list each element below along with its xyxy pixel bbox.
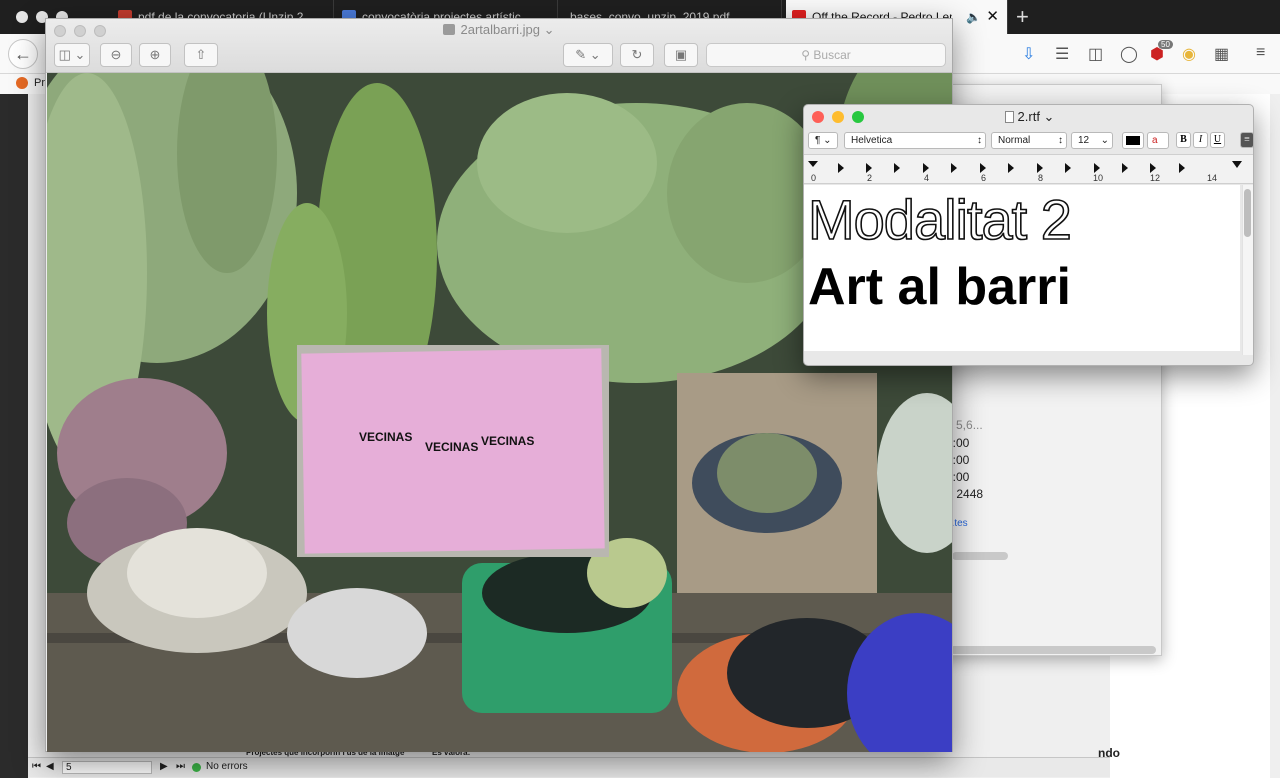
highlight-color-well[interactable]: a [1147, 132, 1169, 149]
textedit-title: 2.rtf ⌄ [804, 109, 1253, 125]
sidebar-icon[interactable]: ◫ [1088, 44, 1103, 64]
search-placeholder: Buscar [813, 48, 851, 62]
zoom-out-button[interactable]: ⊖ [100, 43, 132, 67]
status-ok-icon [192, 763, 201, 772]
scrollbar[interactable] [950, 646, 1156, 654]
last-page-icon[interactable]: ⏭ [176, 761, 185, 772]
preview-title: 2artalbarri.jpg ⌄ [46, 22, 952, 38]
font-style-value: Normal [998, 135, 1031, 146]
card-word-3: VECINAS [481, 434, 534, 448]
textedit-titlebar[interactable]: 2.rtf ⌄ [804, 105, 1253, 129]
new-tab-button[interactable]: + [1016, 4, 1029, 30]
ruler-number: 10 [1093, 173, 1104, 183]
textedit-title-text: 2.rtf [1017, 109, 1040, 124]
rotate-button[interactable]: ↻ [620, 43, 654, 67]
scrollbar-thumb[interactable] [1244, 189, 1251, 237]
errors-label[interactable]: No errors [206, 761, 248, 772]
sidebar-toggle-button[interactable]: ◫ ⌄ [54, 43, 90, 67]
tab-stop[interactable] [1094, 163, 1100, 173]
back-button[interactable]: ← [8, 39, 38, 69]
ruler-number: 12 [1150, 173, 1161, 183]
right-margin-marker[interactable] [1232, 161, 1242, 168]
text-editor-area[interactable]: Modalitat 2 Art al barri [804, 185, 1240, 351]
tab-stop[interactable] [1122, 163, 1128, 173]
firefox-icon [16, 77, 28, 89]
ruler-number: 2 [867, 173, 873, 183]
tab-stop[interactable] [1008, 163, 1014, 173]
font-size-select[interactable]: 12 ⌄ [1071, 132, 1113, 149]
extensions-icon[interactable]: ▦ [1214, 44, 1229, 64]
tab-stop[interactable] [980, 163, 986, 173]
share-button[interactable]: ⇧ [184, 43, 218, 67]
ruler[interactable]: 0 2 4 6 8 10 12 14 [804, 154, 1253, 184]
document-icon [1004, 111, 1014, 123]
page-number-field[interactable]: 5 [62, 761, 152, 774]
tab-stop[interactable] [866, 163, 872, 173]
card-word-2: VECINAS [425, 440, 478, 454]
tab-stop[interactable] [951, 163, 957, 173]
zoom-in-button[interactable]: ⊕ [139, 43, 171, 67]
ruler-number: 4 [924, 173, 930, 183]
downloads-icon[interactable]: ⇩ [1022, 44, 1035, 64]
speaker-icon[interactable]: 🔈 [966, 0, 981, 34]
toolbox-button[interactable]: ▣ [664, 43, 698, 67]
font-size-value: 12 [1078, 135, 1090, 146]
font-family-select[interactable]: Helvetica ↕ [844, 132, 986, 149]
bold-button[interactable]: B [1176, 132, 1191, 148]
library-icon[interactable]: ☰ [1055, 44, 1069, 64]
search-icon: ⚲ [801, 48, 811, 62]
preview-title-text: 2artalbarri.jpg [460, 22, 540, 37]
status-bar: ⏮ ◀ 5 ▶ ⏭ No errors [28, 757, 1110, 777]
ruler-number: 0 [811, 173, 817, 183]
card-word-1: VECINAS [359, 430, 412, 444]
italic-button[interactable]: I [1193, 132, 1208, 148]
tab-stop[interactable] [838, 163, 844, 173]
underline-button[interactable]: U [1210, 132, 1225, 148]
account-icon[interactable]: ◯ [1120, 44, 1138, 64]
extension-icon[interactable]: ◉ [1182, 44, 1196, 64]
search-input[interactable]: ⚲ Buscar [706, 43, 946, 67]
next-page-icon[interactable]: ▶ [160, 761, 168, 772]
preview-titlebar[interactable]: 2artalbarri.jpg ⌄ ◫ ⌄ ⊖ ⊕ ⇧ ✎ ⌄ ↻ ▣ ⚲ Bu… [46, 19, 952, 73]
markup-button[interactable]: ✎ ⌄ [563, 43, 613, 67]
font-family-value: Helvetica [851, 135, 893, 146]
paragraph-style-select[interactable]: ¶ ⌄ [808, 132, 838, 149]
browser-close-button[interactable] [16, 11, 28, 23]
ruler-number: 6 [981, 173, 987, 183]
align-left-button[interactable]: ≡ [1240, 132, 1253, 148]
tab-stop[interactable] [1150, 163, 1156, 173]
tab-stop[interactable] [923, 163, 929, 173]
tab-stop[interactable] [1037, 163, 1043, 173]
ruler-number: 14 [1207, 173, 1218, 183]
indent-marker[interactable] [808, 161, 818, 167]
prev-page-icon[interactable]: ◀ [46, 761, 54, 772]
image-file-icon [443, 24, 456, 35]
document-heading-outline[interactable]: Modalitat 2 [807, 187, 1073, 252]
text-color-well[interactable] [1122, 132, 1144, 149]
close-tab-icon[interactable]: ✕ [986, 0, 999, 34]
tab-stop[interactable] [894, 163, 900, 173]
document-heading-bold[interactable]: Art al barri [808, 257, 1071, 317]
format-bar: ¶ ⌄ Helvetica ↕ Normal ↕ 12 ⌄ a B I U ≡ [804, 129, 1253, 153]
tab-stop[interactable] [1179, 163, 1185, 173]
tab-stop[interactable] [1065, 163, 1071, 173]
ruler-number: 8 [1038, 173, 1044, 183]
first-page-icon[interactable]: ⏮ [32, 761, 41, 772]
adblock-count-badge: 50 [1158, 40, 1173, 49]
font-style-select[interactable]: Normal ↕ [991, 132, 1067, 149]
bookmark-label[interactable]: Pr [34, 77, 45, 89]
textedit-window: 2.rtf ⌄ ¶ ⌄ Helvetica ↕ Normal ↕ 12 ⌄ a B I… [803, 104, 1254, 366]
scrollbar[interactable] [952, 552, 1008, 560]
menu-icon[interactable]: ≡ [1256, 44, 1265, 62]
